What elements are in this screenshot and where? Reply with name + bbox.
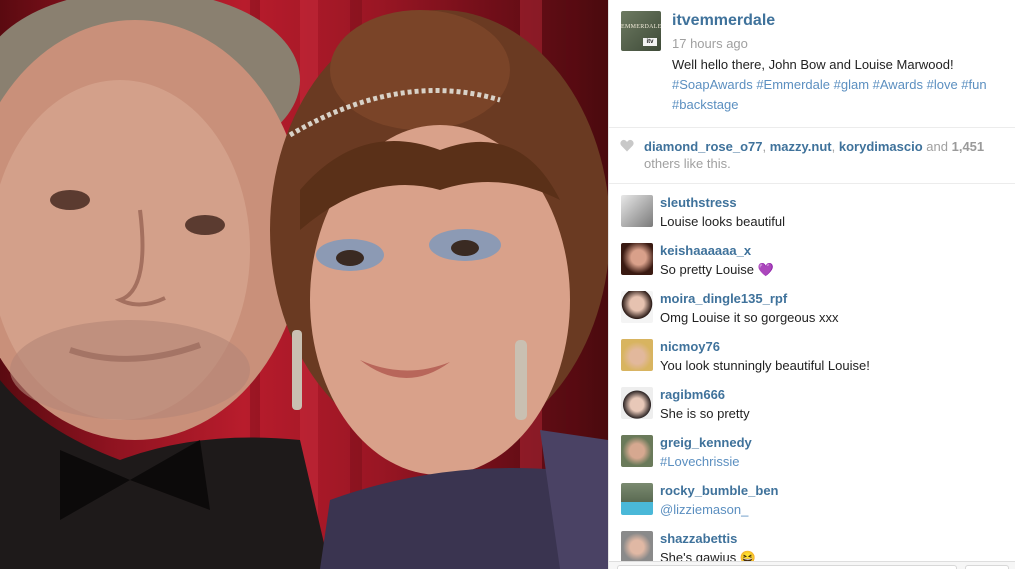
comment-item: shazzabettis She's gawjus 😆 [609,521,1015,561]
post-caption: Well hello there, John Bow and Louise Ma… [672,55,1012,115]
and-text: and [922,139,952,154]
comment-text: She is so pretty [660,406,750,421]
comment-username[interactable]: ragibm666 [660,387,725,402]
comment-item: keishaaaaaa_x So pretty Louise 💜 [609,233,1015,281]
commenter-avatar[interactable] [621,483,653,515]
post-detail-panel: EMMERDALE itv itvemmerdale 17 hours ago … [608,0,1015,569]
comment-text[interactable]: #Lovechrissie [660,454,740,469]
likes-section: diamond_rose_o77, mazzy.nut, korydimasci… [609,128,1015,184]
comment-username[interactable]: keishaaaaaa_x [660,243,751,258]
avatar-badge: itv [643,38,657,46]
liker-link[interactable]: diamond_rose_o77 [644,139,763,154]
selfie-image [0,0,608,569]
avatar-logo-text: EMMERDALE [621,24,661,30]
comment-username[interactable]: greig_kennedy [660,435,752,450]
comment-text: She's gawjus 😆 [660,550,756,561]
options-button[interactable] [965,565,1009,569]
heart-icon[interactable] [620,139,634,157]
comment-item: rocky_bumble_ben @lizziemason_ [609,473,1015,521]
commenter-avatar[interactable] [621,195,653,227]
add-comment-input[interactable] [617,565,957,569]
comment-username[interactable]: shazzabettis [660,531,737,546]
comment-username[interactable]: rocky_bumble_ben [660,483,779,498]
comment-item: ragibm666 She is so pretty [609,377,1015,425]
post-timestamp[interactable]: 17 hours ago [672,36,748,51]
comment-text: Omg Louise it so gorgeous xxx [660,310,839,325]
caption-text: Well hello there, John Bow and Louise Ma… [672,57,954,72]
commenter-avatar[interactable] [621,435,653,467]
likes-summary: diamond_rose_o77, mazzy.nut, korydimasci… [644,138,1004,172]
post-photo[interactable] [0,0,608,569]
likes-count[interactable]: 1,451 [952,139,985,154]
commenter-avatar[interactable] [621,387,653,419]
comment-text: You look stunningly beautiful Louise! [660,358,870,373]
post-header: EMMERDALE itv itvemmerdale 17 hours ago … [609,0,1015,128]
commenter-avatar[interactable] [621,291,653,323]
comment-item: greig_kennedy #Lovechrissie [609,425,1015,473]
comment-text: Louise looks beautiful [660,214,786,229]
comment-username[interactable]: nicmoy76 [660,339,720,354]
liker-link[interactable]: mazzy.nut [770,139,832,154]
comment-username[interactable]: moira_dingle135_rpf [660,291,787,306]
separator: , [831,139,839,154]
comments-list[interactable]: sleuthstress Louise looks beautiful keis… [609,185,1015,561]
liker-link[interactable]: korydimascio [839,139,923,154]
comment-item: nicmoy76 You look stunningly beautiful L… [609,329,1015,377]
comment-bar [609,561,1015,569]
likes-suffix: others like this. [644,156,731,171]
comment-item: moira_dingle135_rpf Omg Louise it so gor… [609,281,1015,329]
separator: , [762,139,770,154]
comment-text: So pretty Louise 💜 [660,262,774,277]
comment-text[interactable]: @lizziemason_ [660,502,748,517]
commenter-avatar[interactable] [621,339,653,371]
comment-item: sleuthstress Louise looks beautiful [609,185,1015,233]
commenter-avatar[interactable] [621,243,653,275]
post-username[interactable]: itvemmerdale [672,12,775,30]
commenter-avatar[interactable] [621,531,653,561]
comment-username[interactable]: sleuthstress [660,195,737,210]
account-avatar[interactable]: EMMERDALE itv [621,11,661,51]
caption-hashtags[interactable]: #SoapAwards #Emmerdale #glam #Awards #lo… [672,77,987,112]
